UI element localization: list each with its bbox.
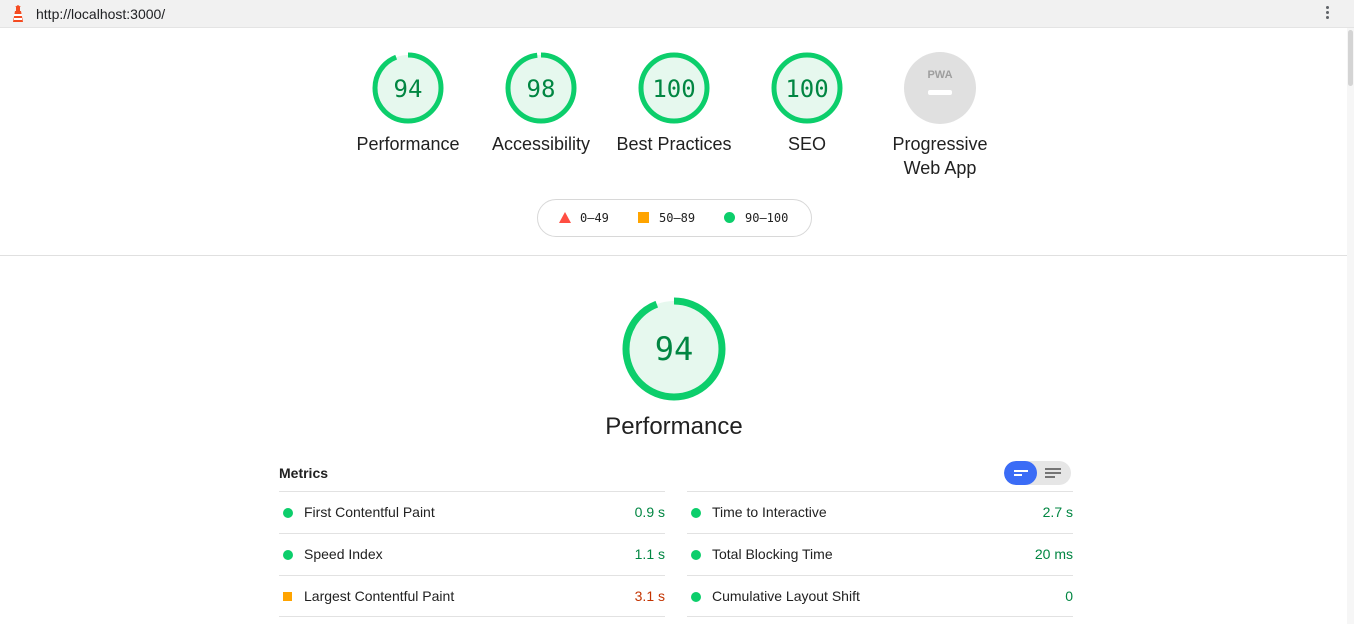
pass-circle-icon	[691, 508, 701, 518]
lighthouse-icon	[13, 5, 23, 22]
gauge-label: SEO	[787, 134, 826, 154]
pass-circle-icon	[691, 550, 701, 560]
gauge-label: Performance	[356, 134, 460, 154]
metric-row: First Contentful Paint 0.9 s	[279, 491, 665, 533]
metric-value: 0	[1065, 588, 1073, 604]
gauge-score: 94	[394, 75, 423, 103]
bar-view-icon[interactable]	[1014, 468, 1028, 478]
circle-icon	[724, 212, 735, 223]
section-title: Performance	[605, 413, 743, 440]
performance-score: 94	[655, 330, 694, 368]
score-gauge-icon: 98	[505, 52, 577, 124]
metrics-view-toggle[interactable]	[1004, 461, 1071, 485]
gauge-seo[interactable]: 100 SEO	[737, 52, 877, 156]
metrics-left-column: First Contentful Paint 0.9 s Speed Index…	[279, 491, 665, 617]
metric-row: Total Blocking Time 20 ms	[687, 533, 1073, 575]
gauge-score: 98	[527, 75, 556, 103]
metric-name: Largest Contentful Paint	[304, 588, 455, 604]
performance-score-gauge: 94	[622, 297, 726, 401]
gauge-accessibility[interactable]: 98 Accessibility	[471, 52, 611, 156]
kebab-menu-icon[interactable]	[1318, 4, 1336, 24]
browser-top-bar: http://localhost:3000/	[0, 0, 1354, 28]
metric-value: 2.7 s	[1042, 504, 1073, 520]
gauge-performance[interactable]: 94 Performance	[338, 52, 478, 156]
gauge-score: 100	[785, 75, 828, 103]
gauge-pwa[interactable]: PWA Progressive Web App	[870, 52, 1010, 180]
page-url: http://localhost:3000/	[36, 6, 166, 22]
score-gauge-icon: 100	[771, 52, 843, 124]
metric-value: 3.1 s	[634, 588, 665, 604]
gauge-best-practices[interactable]: 100 Best Practices	[604, 52, 744, 156]
pass-circle-icon	[691, 592, 701, 602]
metric-value: 1.1 s	[634, 546, 665, 562]
gauge-label: Progressive Web App	[892, 134, 988, 178]
scrollbar-thumb[interactable]	[1348, 30, 1353, 86]
metric-name: Speed Index	[304, 546, 383, 562]
average-square-icon	[283, 592, 292, 601]
metric-value: 0.9 s	[634, 504, 665, 520]
gauge-label: Best Practices	[616, 134, 732, 154]
metric-row: Time to Interactive 2.7 s	[687, 491, 1073, 533]
metric-row: Speed Index 1.1 s	[279, 533, 665, 575]
metrics-right-column: Time to Interactive 2.7 s Total Blocking…	[687, 491, 1073, 617]
gauge-score: 100	[652, 75, 695, 103]
svg-text:PWA: PWA	[927, 69, 952, 81]
triangle-icon	[559, 212, 571, 223]
metric-name: Time to Interactive	[712, 504, 827, 520]
gauge-label: Accessibility	[491, 134, 591, 154]
section-divider	[0, 255, 1347, 256]
metric-name: Cumulative Layout Shift	[712, 588, 860, 604]
pwa-badge-icon: PWA	[904, 52, 976, 124]
pass-circle-icon	[283, 550, 293, 560]
score-gauge-icon: 100	[638, 52, 710, 124]
metrics-header: Metrics	[279, 465, 329, 481]
metric-name: Total Blocking Time	[712, 546, 833, 562]
pass-circle-icon	[283, 508, 293, 518]
metric-row: Cumulative Layout Shift 0	[687, 575, 1073, 617]
metric-row: Largest Contentful Paint 3.1 s	[279, 575, 665, 617]
list-view-icon[interactable]	[1045, 467, 1061, 479]
score-scale-legend: 0–49 50–89 90–100	[537, 199, 812, 237]
score-gauge-icon: 94	[372, 52, 444, 124]
metric-name: First Contentful Paint	[304, 504, 435, 520]
metric-value: 20 ms	[1034, 546, 1073, 562]
scrollbar-track[interactable]	[1347, 28, 1354, 624]
square-icon	[638, 212, 649, 223]
